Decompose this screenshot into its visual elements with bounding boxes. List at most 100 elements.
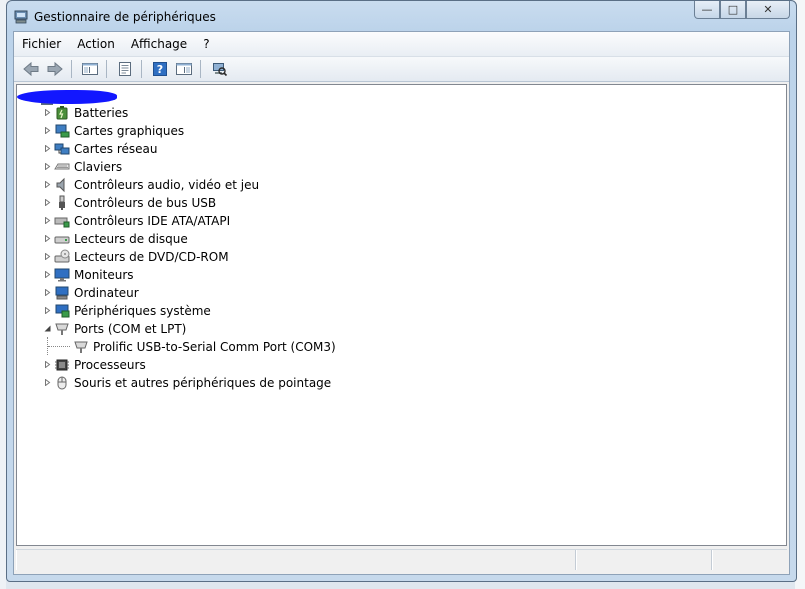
- display-adapter-icon: [55, 124, 70, 138]
- forward-icon: [47, 61, 63, 77]
- svg-text:?: ?: [157, 63, 163, 76]
- toolbar-separator: [141, 60, 142, 78]
- expand-arrow-icon[interactable]: [44, 361, 51, 368]
- expand-arrow-icon[interactable]: [44, 271, 51, 278]
- tree-item-label: Cartes réseau: [74, 142, 158, 156]
- menu-action[interactable]: Action: [69, 37, 123, 51]
- tree-item-label: Ports (COM et LPT): [74, 322, 187, 336]
- tree-item-label: Lecteurs de disque: [74, 232, 188, 246]
- toolbar-separator: [200, 60, 201, 78]
- scan-hardware-changes-icon: [213, 63, 228, 77]
- status-pane-secondary: [576, 550, 712, 570]
- tree-item-controleurs-audio[interactable]: Contrôleurs audio, vidéo et jeu: [17, 176, 417, 194]
- title-bar[interactable]: Gestionnaire de périphériques — □ ✕: [7, 1, 796, 31]
- window-title: Gestionnaire de périphériques: [34, 10, 216, 24]
- ide-controller-icon: [54, 217, 70, 228]
- forward-button[interactable]: [44, 59, 66, 79]
- help-button[interactable]: ?: [149, 59, 171, 79]
- expand-arrow-icon[interactable]: [44, 199, 51, 206]
- expand-arrow-icon[interactable]: [44, 217, 51, 224]
- menu-affichage[interactable]: Affichage: [123, 37, 195, 51]
- dvd-drive-icon: [54, 249, 70, 263]
- menu-help[interactable]: ?: [195, 37, 217, 51]
- toolbar-separator: [106, 60, 107, 78]
- back-icon: [23, 61, 39, 77]
- collapse-arrow-icon[interactable]: [44, 325, 51, 332]
- show-action-pane-button[interactable]: [173, 59, 195, 79]
- port-icon: [55, 323, 69, 335]
- processor-icon: [55, 359, 69, 371]
- show-hide-console-tree-icon: [82, 63, 98, 75]
- mouse-icon: [57, 376, 67, 390]
- properties-icon: [119, 62, 131, 76]
- tree-item-ports[interactable]: Ports (COM et LPT): [17, 320, 417, 338]
- status-pane-main: [16, 550, 576, 570]
- tree-item-processeurs[interactable]: Processeurs: [17, 356, 417, 374]
- tree-item-label: Souris et autres périphériques de pointa…: [74, 376, 332, 390]
- tree-item-label: Cartes graphiques: [74, 124, 185, 138]
- tree-item-ordinateur[interactable]: Ordinateur: [17, 284, 417, 302]
- usb-icon: [59, 195, 65, 210]
- expand-arrow-icon[interactable]: [44, 289, 51, 296]
- tree-item-cartes-reseau[interactable]: Cartes réseau: [17, 140, 417, 158]
- expand-arrow-icon[interactable]: [44, 379, 51, 386]
- tree-item-moniteurs[interactable]: Moniteurs: [17, 266, 417, 284]
- tree-item-controleurs-usb[interactable]: Contrôleurs de bus USB: [17, 194, 417, 212]
- close-button[interactable]: ✕: [746, 1, 790, 19]
- tree-item-prolific-com3[interactable]: Prolific USB-to-Serial Comm Port (COM3): [17, 338, 417, 356]
- tree-item-peripheriques-systeme[interactable]: Périphériques système: [17, 302, 417, 320]
- help-icon: ?: [153, 62, 167, 76]
- battery-icon: [56, 106, 68, 120]
- network-adapter-icon: [54, 143, 70, 155]
- tree-item-label: Processeurs: [74, 358, 146, 372]
- menu-fichier[interactable]: Fichier: [14, 37, 69, 51]
- computer-icon: [55, 286, 69, 300]
- tree-item-lecteurs-disque[interactable]: Lecteurs de disque: [17, 230, 417, 248]
- toolbar-separator: [71, 60, 72, 78]
- back-button[interactable]: [20, 59, 42, 79]
- tree-item-label: Contrôleurs de bus USB: [74, 196, 217, 210]
- device-manager-window: Gestionnaire de périphériques — □ ✕ Fich…: [6, 0, 797, 582]
- properties-button[interactable]: [114, 59, 136, 79]
- tree-item-label: Lecteurs de DVD/CD-ROM: [74, 250, 229, 264]
- monitor-icon: [54, 268, 70, 282]
- redacted-computer-name: [17, 90, 117, 104]
- disk-drive-icon: [54, 236, 70, 244]
- tree-item-souris[interactable]: Souris et autres périphériques de pointa…: [17, 374, 417, 392]
- tree-item-label: Contrôleurs audio, vidéo et jeu: [74, 178, 260, 192]
- toolbar: ?: [14, 57, 789, 82]
- maximize-icon: □: [727, 3, 739, 16]
- system-device-icon: [55, 304, 70, 318]
- tree-item-lecteurs-dvd[interactable]: Lecteurs de DVD/CD-ROM: [17, 248, 417, 266]
- expand-arrow-icon[interactable]: [44, 235, 51, 242]
- show-action-pane-icon: [176, 63, 192, 75]
- tree-item-cartes-graphiques[interactable]: Cartes graphiques: [17, 122, 417, 140]
- tree-item-label: Batteries: [74, 106, 129, 120]
- minimize-button[interactable]: —: [694, 1, 720, 19]
- expand-arrow-icon[interactable]: [44, 181, 51, 188]
- status-pane-tertiary: [712, 550, 787, 570]
- tree-item-label: Contrôleurs IDE ATA/ATAPI: [74, 214, 231, 228]
- tree-item-batteries[interactable]: Batteries: [17, 104, 417, 122]
- tree-item-label: Claviers: [74, 160, 123, 174]
- status-bar: [16, 549, 787, 572]
- menu-bar: Fichier Action Affichage ?: [14, 32, 789, 57]
- expand-arrow-icon[interactable]: [44, 109, 51, 116]
- expand-arrow-icon[interactable]: [44, 163, 51, 170]
- device-tree[interactable]: Batteries Cartes graphiques Cartes résea…: [16, 84, 787, 546]
- port-icon: [74, 341, 88, 353]
- minimize-icon: —: [701, 3, 713, 16]
- expand-arrow-icon[interactable]: [44, 253, 51, 260]
- tree-item-claviers[interactable]: Claviers: [17, 158, 417, 176]
- expand-arrow-icon[interactable]: [44, 145, 51, 152]
- scan-hardware-changes-button[interactable]: [208, 59, 230, 79]
- expand-arrow-icon[interactable]: [44, 307, 51, 314]
- close-icon: ✕: [763, 3, 773, 16]
- expand-arrow-icon[interactable]: [44, 127, 51, 134]
- tree-item-controleurs-ide[interactable]: Contrôleurs IDE ATA/ATAPI: [17, 212, 417, 230]
- tree-item-label: Ordinateur: [74, 286, 139, 300]
- keyboard-icon: [54, 163, 70, 170]
- speaker-icon: [56, 177, 65, 193]
- show-hide-console-tree-button[interactable]: [79, 59, 101, 79]
- maximize-button[interactable]: □: [720, 1, 746, 19]
